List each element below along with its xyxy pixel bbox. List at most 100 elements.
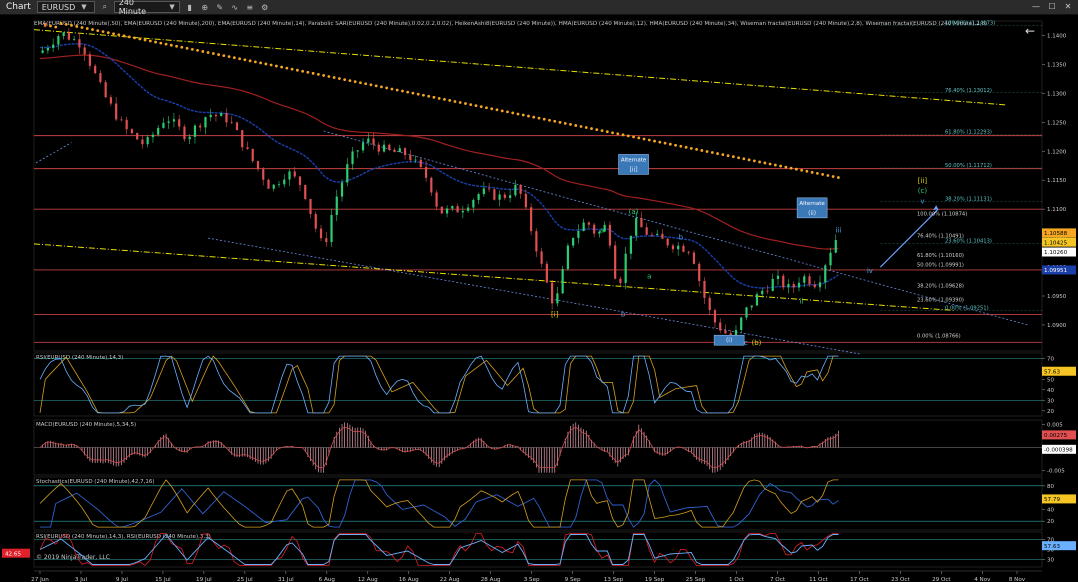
candle-body — [640, 217, 643, 228]
panel-title: Stochastics(EURUSD (240 Minute),42,7,16) — [36, 479, 155, 485]
sar-dot — [406, 90, 410, 94]
y-tick-label: 30 — [1047, 398, 1054, 404]
candle-body — [251, 148, 254, 162]
candle-body — [199, 125, 202, 128]
sar-dot — [306, 70, 310, 74]
sar-dot — [658, 140, 662, 144]
indicator-header: EMA(EURUSD (240 Minute),50), EMA(EURUSD … — [34, 21, 987, 27]
price-tag-label: 1.10260 — [1044, 250, 1068, 256]
candle-body — [551, 282, 554, 304]
sar-dot — [301, 69, 305, 73]
sar-dot — [196, 49, 199, 52]
candle-body — [241, 130, 244, 148]
candle-body — [220, 113, 223, 117]
sar-dot — [689, 146, 693, 150]
panel-title: RSI(EURUSD (240 Minute),14,3), RSI(EURUS… — [36, 534, 211, 540]
sar-dot — [521, 113, 525, 117]
candle-body — [435, 192, 438, 207]
candle-body — [645, 227, 648, 235]
wave-label: [ii] — [918, 177, 928, 185]
drawing-tool-icon[interactable]: ✎ — [214, 2, 226, 12]
sar-dot — [768, 162, 772, 166]
candle-body — [430, 177, 433, 193]
sar-dot — [285, 66, 289, 70]
x-tick-label: 9 Sep — [565, 577, 581, 582]
symbol-selector[interactable]: EURUSD ▼ — [36, 1, 95, 13]
sar-dot — [401, 89, 404, 93]
sar-dot — [758, 160, 762, 164]
window-titlebar: Chart EURUSD ▼ ⌕ 240 Minute ▼ ▮ ⊕ ✎ ∿ ≡ ⚙ … — [0, 0, 1078, 16]
candle-body — [629, 235, 633, 254]
indicator-icon[interactable]: ∿ — [229, 2, 241, 12]
fib-label-left: 0.00% (1.08766) — [917, 333, 961, 339]
sar-dot — [75, 25, 79, 28]
sar-dot — [653, 139, 656, 143]
candle-body — [330, 214, 333, 243]
candle-body — [52, 44, 55, 48]
sar-dot — [553, 119, 557, 123]
alternate-box-sub: (i) — [726, 337, 732, 344]
candle-body — [246, 147, 249, 149]
sar-dot — [227, 55, 231, 59]
y-tick-label: 1.1100 — [1047, 207, 1067, 213]
candle-body — [530, 207, 533, 232]
wave-label: [i] — [551, 310, 559, 318]
candle-body — [671, 245, 675, 250]
properties-icon[interactable]: ⚙ — [259, 2, 271, 12]
search-icon[interactable]: ⌕ — [99, 2, 111, 12]
candle-body — [713, 310, 717, 323]
sar-dot — [773, 163, 777, 167]
candle-body — [755, 294, 759, 306]
sar-dot — [742, 157, 746, 161]
candle-body — [388, 144, 391, 150]
sar-dot — [185, 46, 189, 50]
price-tag-label: 1.09951 — [1044, 268, 1068, 274]
bar-type-icon[interactable]: ▮ — [184, 2, 196, 12]
candle-body — [666, 238, 669, 246]
sar-dot — [731, 155, 735, 159]
candle-body — [650, 234, 654, 236]
sar-dot — [815, 171, 819, 175]
candle-body — [440, 206, 443, 214]
fib-label-right: 50.00% (1.11712) — [945, 163, 992, 169]
x-tick-label: 3 Jul — [75, 577, 88, 582]
sar-dot — [590, 127, 593, 130]
candle-body — [477, 194, 480, 200]
candle-body — [519, 184, 522, 194]
sar-dot — [574, 124, 578, 127]
chart-area[interactable]: EMA(EURUSD (240 Minute),50), EMA(EURUSD … — [0, 15, 1078, 582]
sar-dot — [605, 130, 609, 134]
candle-body — [698, 263, 701, 281]
sar-dot — [143, 38, 147, 42]
y-tick-label: 50 — [1047, 377, 1054, 383]
candle-body — [614, 245, 617, 279]
back-arrow-icon[interactable]: ← — [1025, 24, 1035, 38]
sar-dot — [443, 97, 446, 101]
sar-dot — [348, 79, 352, 83]
maximize-icon[interactable]: ☐ — [1046, 1, 1058, 12]
zoom-icon[interactable]: ⊕ — [199, 2, 211, 12]
candle-body — [677, 245, 680, 250]
wave-label: iii — [835, 226, 841, 234]
macd-value-label: 0.00275 — [1044, 433, 1068, 439]
candle-body — [340, 182, 344, 197]
y-tick-label: 40 — [1047, 507, 1054, 513]
sar-dot — [122, 34, 126, 38]
fib-label-left: 23.60% (1.09390) — [917, 297, 964, 303]
sar-dot — [558, 120, 562, 124]
sar-dot — [311, 71, 315, 75]
candle-body — [582, 222, 585, 232]
candle-body — [183, 126, 186, 140]
alternate-box-sub: [ii] — [630, 166, 638, 173]
sar-dot — [537, 116, 541, 120]
close-icon[interactable]: ✕ — [1062, 1, 1074, 12]
rsi-value-label: 57.63 — [1044, 369, 1060, 375]
sar-dot — [70, 24, 73, 27]
candle-body — [424, 166, 428, 178]
wave-label: a — [600, 226, 604, 234]
sar-dot — [243, 58, 247, 62]
minimize-icon[interactable]: — — [1030, 1, 1042, 12]
sar-dot — [663, 141, 667, 145]
strategy-icon[interactable]: ≡ — [244, 2, 256, 12]
interval-selector[interactable]: 240 Minute ▼ — [113, 0, 180, 16]
